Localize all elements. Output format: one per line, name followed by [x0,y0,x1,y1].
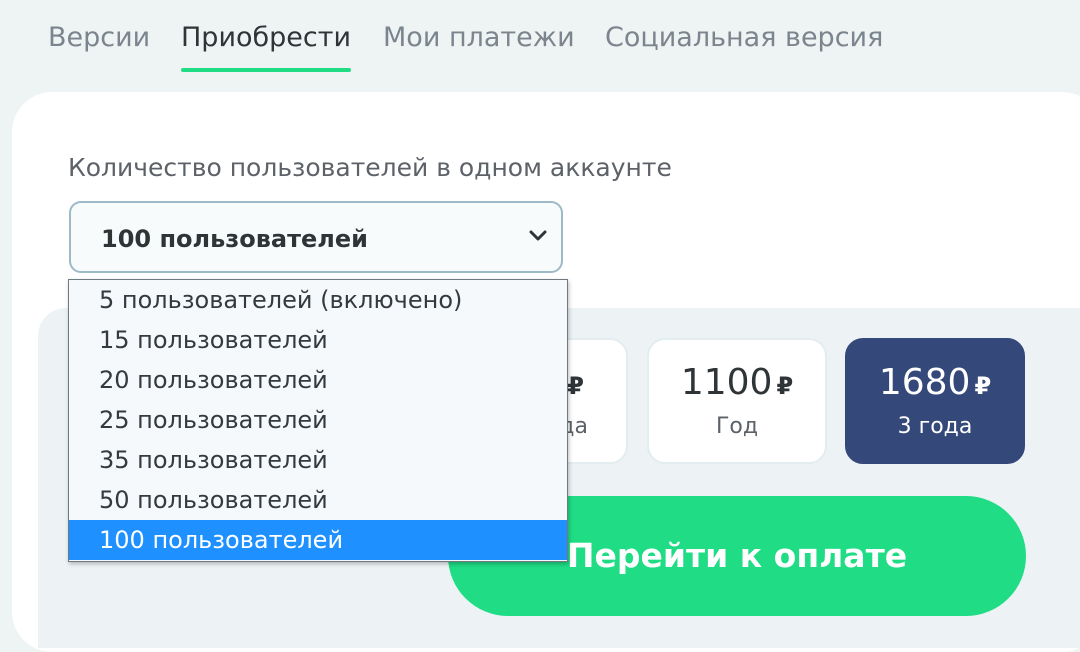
ruble-icon: ₽ [974,372,992,400]
ruble-icon: ₽ [567,372,584,400]
dropdown-option[interactable]: 20 пользователей [69,360,567,400]
price-amount: 1100 ₽ [680,362,794,403]
tab-purchase[interactable]: Приобрести [181,22,352,72]
dropdown-option[interactable]: 15 пользователей [69,320,567,360]
dropdown-option[interactable]: 25 пользователей [69,400,567,440]
users-count-label: Количество пользователей в одном аккаунт… [68,153,672,182]
tab-purchase-label: Приобрести [181,22,352,53]
tab-my-payments[interactable]: Мои платежи [383,22,575,72]
active-tab-indicator [181,68,352,72]
users-count-select[interactable]: 100 пользователей [69,201,563,273]
ruble-icon: ₽ [776,372,794,400]
tab-versions[interactable]: Версии [48,22,150,72]
tab-my-payments-label: Мои платежи [383,22,575,53]
dropdown-option[interactable]: 5 пользователей (включено) [69,280,567,320]
price-option-1-year[interactable]: 1100 ₽ Год [647,338,827,464]
price-period: Год [715,414,759,439]
dropdown-option[interactable]: 35 пользователей [69,440,567,480]
price-amount: 1680 ₽ [878,362,992,403]
chevron-down-icon [529,230,547,241]
price-option-3-years[interactable]: 1680 ₽ 3 года [845,338,1025,464]
users-count-dropdown: 5 пользователей (включено) 15 пользовате… [68,279,568,562]
tab-versions-label: Версии [48,22,151,53]
dropdown-option-highlighted[interactable]: 100 пользователей [69,520,567,560]
users-count-selected-value: 100 пользователей [101,225,368,253]
tab-social-version[interactable]: Социальная версия [605,22,883,72]
dropdown-option[interactable]: 50 пользователей [69,480,567,520]
price-period: 3 года [897,414,973,439]
tab-social-version-label: Социальная версия [605,22,884,53]
